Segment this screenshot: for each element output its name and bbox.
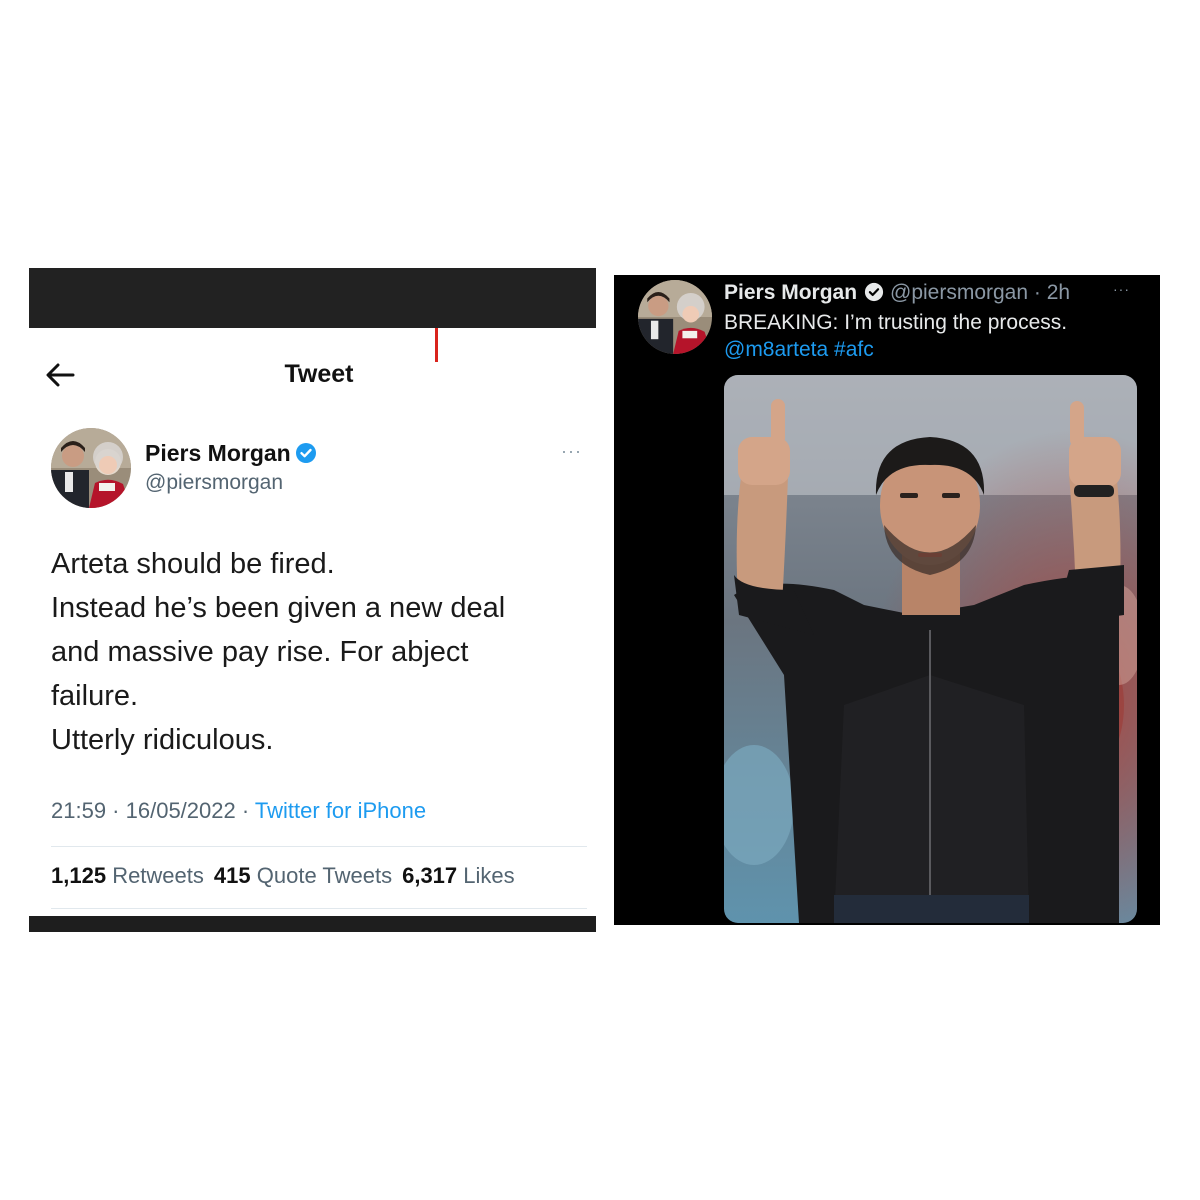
avatar[interactable] [51,428,131,508]
red-marker [435,328,438,362]
user-name[interactable]: Piers Morgan [724,281,857,305]
tweet-media-photo[interactable] [724,375,1137,923]
retweets-count: 1,125 [51,863,107,888]
retweets-label: Retweets [112,863,204,888]
tweet-date[interactable]: 16/05/2022 [126,798,236,823]
tweet-source-link[interactable]: Twitter for iPhone [255,798,426,823]
tweet-text-line: Instead he’s been given a new deal [51,592,506,624]
likes-stat[interactable]: 6,317 Likes [402,863,515,888]
timeline-tweet-screenshot: Piers Morgan @piersmorgan · 2h ··· BREAK… [614,275,1160,925]
retweets-stat[interactable]: 1,125 Retweets [51,863,204,888]
separator: · [235,798,255,823]
divider [51,908,587,909]
likes-count: 6,317 [402,863,458,888]
tweet-text-line: Utterly ridiculous. [51,724,274,756]
tweet-meta: 21:59 · 16/05/2022 · Twitter for iPhone [51,798,426,824]
separator: · [106,798,126,823]
tweet-text-line: and massive pay rise. For abject [51,636,469,668]
tweet-text: BREAKING: I’m trusting the process. [724,311,1068,334]
tweet-mention-hashtag[interactable]: @m8arteta #afc [724,338,874,362]
page-title: Tweet [284,360,354,388]
tweet-time[interactable]: 21:59 [51,798,106,823]
likes-label: Likes [463,863,515,888]
tweet-stats: 1,125 Retweets 415 Quote Tweets 6,317 Like… [51,863,515,889]
tweet-detail-screenshot: Tweet Piers Morgan @piersmorgan ··· Arte… [29,268,596,932]
quote-tweets-stat[interactable]: 415 Quote Tweets [214,863,392,888]
tweet-text-line: failure. [51,680,139,712]
user-handle[interactable]: @piersmorgan [145,471,283,495]
quote-tweets-label: Quote Tweets [256,863,393,888]
more-options-icon[interactable]: ··· [1113,281,1130,297]
tweet-text-line: Arteta should be fired. [51,548,335,580]
user-handle-time[interactable]: @piersmorgan · 2h [890,281,1070,305]
quote-tweets-count: 415 [213,863,251,888]
more-options-icon[interactable]: ··· [561,442,582,460]
verified-badge-icon [296,443,316,463]
divider [51,846,587,847]
tweet-text: Arteta should be fired. Instead he’s bee… [51,542,591,762]
verified-badge-icon [864,282,884,302]
top-bar [29,268,596,328]
avatar[interactable] [638,280,712,354]
bottom-bar [29,916,596,932]
user-name[interactable]: Piers Morgan [145,440,291,467]
